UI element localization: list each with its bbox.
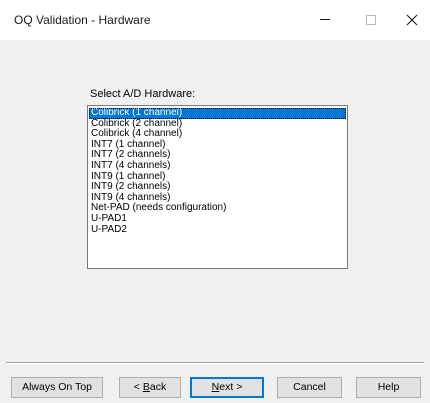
close-button[interactable] (390, 0, 430, 40)
maximize-button (348, 0, 394, 40)
hardware-option[interactable]: U-PAD1 (89, 213, 346, 225)
back-prefix: < (133, 381, 143, 393)
hardware-option[interactable]: U-PAD2 (89, 224, 346, 236)
hardware-listbox[interactable]: Colibrick (1 channel) Colibrick (2 channe… (87, 105, 348, 269)
oq-validation-window: OQ Validation - Hardware Select A/D Hard… (0, 0, 430, 403)
select-hardware-label: Select A/D Hardware: (90, 88, 196, 100)
help-button[interactable]: Help (356, 377, 421, 398)
next-rest: ext > (219, 381, 243, 393)
title-bar[interactable]: OQ Validation - Hardware (0, 0, 430, 40)
back-mnemonic: B (142, 381, 150, 393)
window-title: OQ Validation - Hardware (14, 13, 151, 27)
back-rest: ack (149, 381, 167, 393)
hardware-option[interactable]: Colibrick (1 channel) (89, 107, 346, 119)
cancel-button[interactable]: Cancel (277, 377, 342, 398)
back-button[interactable]: < Back (119, 377, 181, 398)
close-icon (406, 14, 418, 26)
minimize-button[interactable] (302, 0, 348, 40)
button-separator (6, 362, 424, 364)
hardware-option[interactable]: Net-PAD (needs configuration) (89, 203, 346, 214)
maximize-icon (366, 15, 376, 25)
always-on-top-button[interactable]: Always On Top (11, 377, 103, 398)
hardware-list-items: Colibrick (1 channel) Colibrick (2 channe… (88, 106, 347, 235)
minimize-icon (320, 19, 330, 20)
next-button[interactable]: Next > (190, 377, 264, 398)
hardware-option[interactable]: INT7 (4 channels) (89, 160, 346, 172)
